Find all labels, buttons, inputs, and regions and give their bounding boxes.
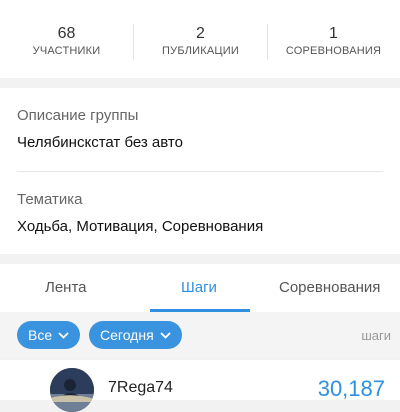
- topic-label: Тематика: [17, 191, 83, 208]
- period-value: Сегодня: [100, 327, 154, 343]
- stat-members[interactable]: 68 УЧАСТНИКИ: [0, 0, 133, 78]
- leaderboard-row[interactable]: 7Rega74 30,187: [0, 360, 400, 412]
- chevron-down-icon: [58, 331, 69, 339]
- stat-label: УЧАСТНИКИ: [32, 45, 101, 57]
- period-dropdown[interactable]: Сегодня: [89, 321, 182, 349]
- tab-competitions[interactable]: Соревнования: [279, 279, 380, 296]
- stat-publications[interactable]: 2 ПУБЛИКАЦИИ: [134, 0, 267, 78]
- tab-steps[interactable]: Шаги: [181, 279, 217, 296]
- group-stats: 68 УЧАСТНИКИ 2 ПУБЛИКАЦИИ 1 СОРЕВНОВАНИЯ: [0, 0, 400, 78]
- avatar[interactable]: [50, 368, 94, 412]
- scope-dropdown[interactable]: Все: [17, 321, 81, 349]
- unit-label: шаги: [361, 328, 391, 343]
- username: 7Rega74: [108, 379, 173, 396]
- stat-label: СОРЕВНОВАНИЯ: [285, 45, 382, 57]
- chevron-down-icon: [160, 331, 171, 339]
- filter-bar: Все Сегодня шаги: [0, 312, 400, 358]
- stat-value: 68: [57, 25, 76, 42]
- scope-value: Все: [28, 327, 53, 343]
- tab-feed[interactable]: Лента: [45, 279, 87, 296]
- stat-label: ПУБЛИКАЦИИ: [162, 45, 239, 57]
- stat-value: 2: [196, 25, 205, 42]
- group-info: Описание группы Челябинскстат без авто Т…: [0, 88, 400, 254]
- stat-value: 1: [329, 25, 338, 42]
- divider: [17, 171, 383, 172]
- stat-competitions[interactable]: 1 СОРЕВНОВАНИЯ: [267, 0, 400, 78]
- description-text: Челябинскстат без авто: [17, 134, 183, 151]
- description-label: Описание группы: [17, 107, 139, 124]
- topic-text: Ходьба, Мотивация, Соревнования: [17, 218, 264, 235]
- step-count: 30,187: [317, 376, 385, 401]
- tab-bar: Лента Шаги Соревнования: [0, 264, 400, 312]
